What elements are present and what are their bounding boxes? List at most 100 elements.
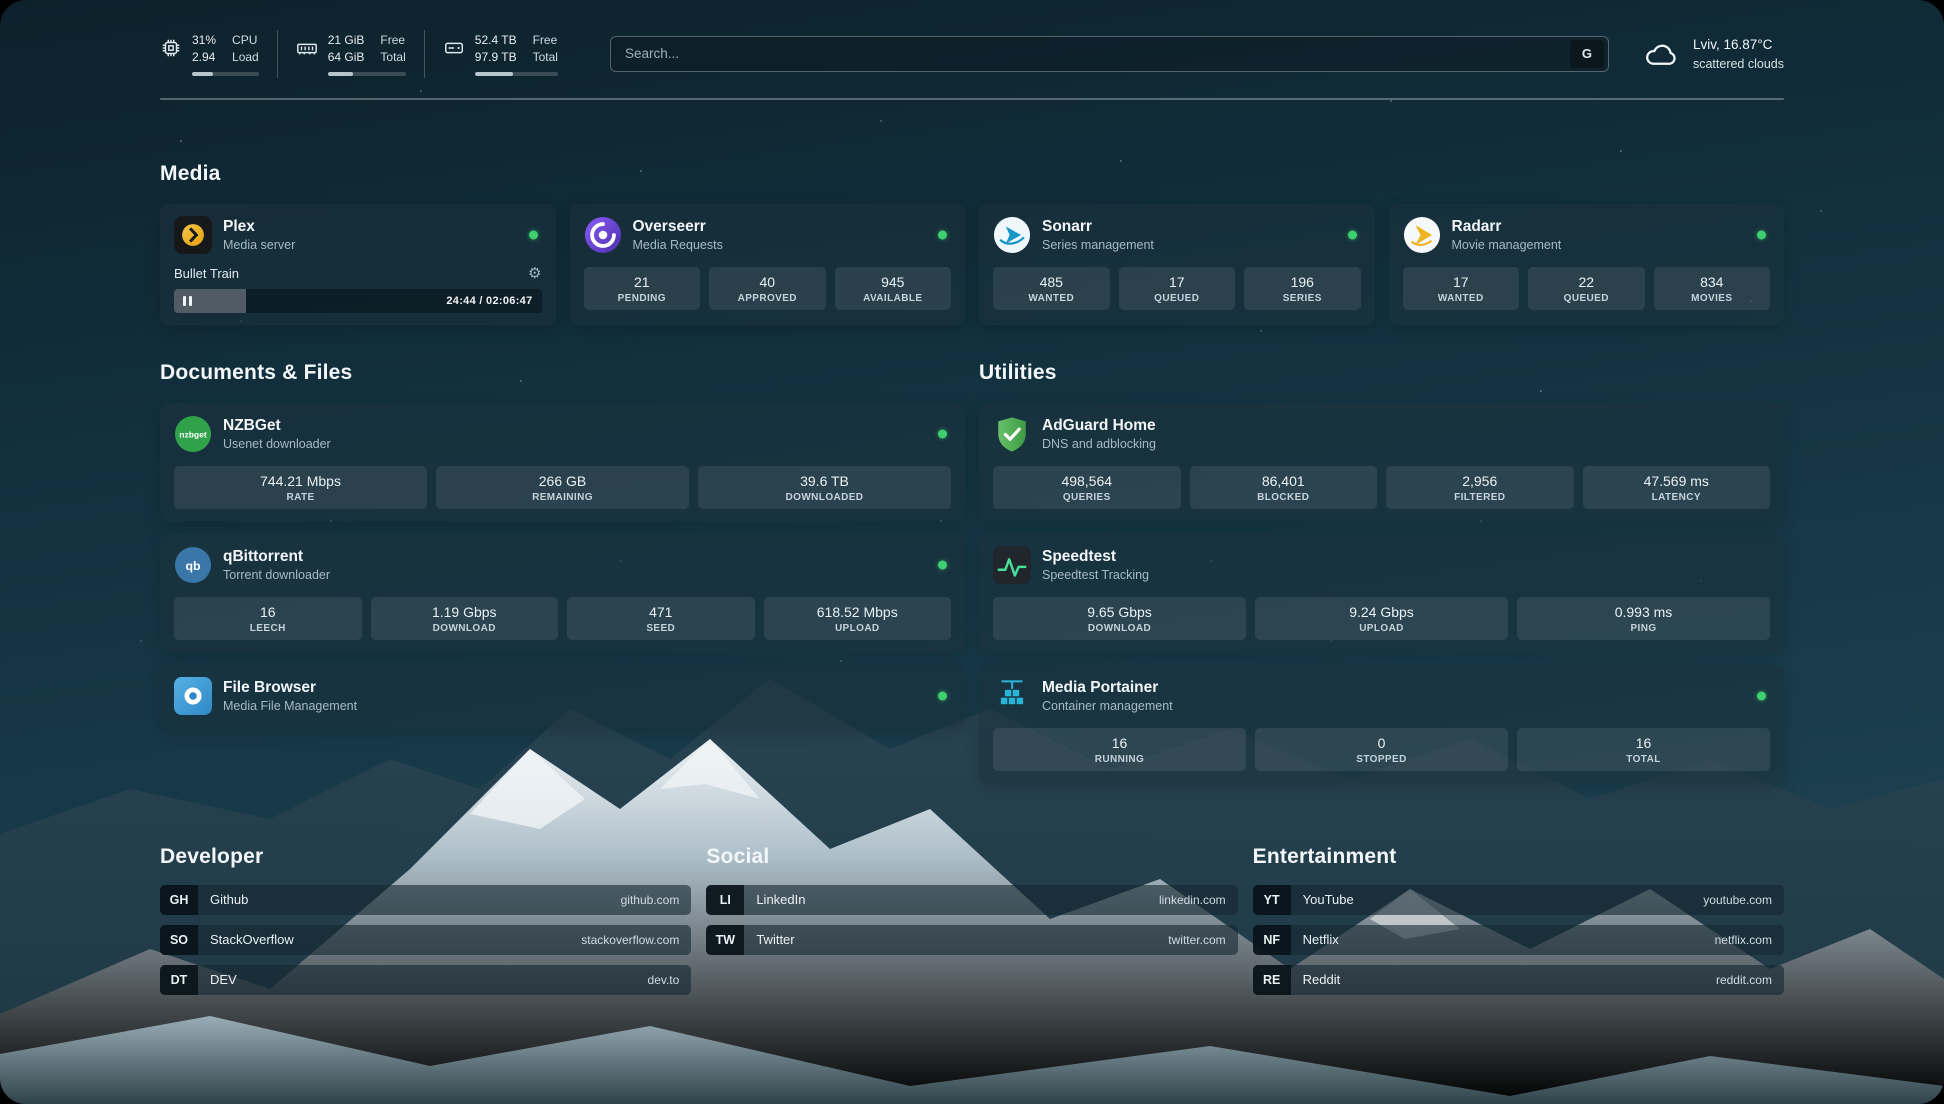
bookmarks-developer: Developer GH Github github.com SO StackO…	[160, 783, 691, 995]
disk-free-label: Free	[533, 32, 558, 49]
cpu-label: CPU	[232, 32, 259, 49]
bookmark-linkedin[interactable]: LI LinkedIn linkedin.com	[706, 885, 1237, 915]
bookmark-netflix[interactable]: NF Netflix netflix.com	[1253, 925, 1784, 955]
app-card-filebrowser[interactable]: File Browser Media File Management	[160, 665, 965, 727]
section-title-documents: Documents & Files	[160, 361, 965, 385]
stat-remaining: 266 GB REMAINING	[436, 466, 689, 509]
linkedin-abbr-tile: LI	[706, 885, 744, 915]
stat-running: 16 RUNNING	[993, 728, 1246, 771]
disk-usage-bar	[475, 72, 558, 76]
overseerr-icon	[584, 216, 622, 254]
dashboard-screen: 31% 2.94 CPU Load	[0, 0, 1944, 1104]
status-dot	[938, 429, 947, 438]
memory-total-label: Total	[380, 49, 405, 66]
search-bar: G	[610, 36, 1609, 72]
memory-total-value: 64 GiB	[328, 49, 365, 66]
app-card-adguard[interactable]: AdGuard Home DNS and adblocking 498,564 …	[979, 403, 1784, 521]
section-title-entertainment: Entertainment	[1253, 845, 1784, 869]
bookmark-github[interactable]: GH Github github.com	[160, 885, 691, 915]
stat-approved: 40 APPROVED	[709, 267, 826, 310]
section-title-media: Media	[160, 162, 1784, 186]
stat-wanted: 485 WANTED	[993, 267, 1110, 310]
cpu-icon	[160, 37, 182, 59]
app-name: AdGuard Home	[1042, 417, 1156, 435]
app-name: Speedtest	[1042, 548, 1149, 566]
app-card-radarr[interactable]: Radarr Movie management 17 WANTED 22 QUE…	[1389, 204, 1785, 325]
disk-free-value: 52.4 TB	[475, 32, 517, 49]
app-card-sonarr[interactable]: Sonarr Series management 485 WANTED 17 Q…	[979, 204, 1375, 325]
header-divider	[160, 98, 1784, 100]
sonarr-icon	[993, 216, 1031, 254]
github-abbr-tile: GH	[160, 885, 198, 915]
stat-queued: 17 QUEUED	[1119, 267, 1236, 310]
bookmark-dev[interactable]: DT DEV dev.to	[160, 965, 691, 995]
svg-text:nzbget: nzbget	[179, 429, 207, 439]
section-title-developer: Developer	[160, 845, 691, 869]
playback-progress-bar[interactable]: 24:44 / 02:06:47	[174, 289, 542, 313]
search-input[interactable]	[625, 46, 1570, 61]
app-name: Sonarr	[1042, 218, 1154, 236]
media-cards-row: Plex Media server Bullet Train ⚙ 24:44 /…	[160, 204, 1784, 325]
cpu-load-label: Load	[232, 49, 259, 66]
status-dot	[1757, 691, 1766, 700]
section-title-utilities: Utilities	[979, 361, 1784, 385]
app-description: Media Requests	[633, 238, 723, 252]
stat-stopped: 0 STOPPED	[1255, 728, 1508, 771]
stat-series: 196 SERIES	[1244, 267, 1361, 310]
cpu-load-value: 2.94	[192, 49, 216, 66]
weather-widget: Lviv, 16.87°C scattered clouds	[1643, 35, 1784, 73]
stat-rate: 744.21 Mbps RATE	[174, 466, 427, 509]
stat-latency: 47.569 ms LATENCY	[1583, 466, 1771, 509]
disk-widget: 52.4 TB 97.9 TB Free Total	[424, 30, 576, 78]
stat-ping: 0.993 ms PING	[1517, 597, 1770, 640]
stat-download: 9.65 Gbps DOWNLOAD	[993, 597, 1246, 640]
search-engine-button[interactable]: G	[1570, 40, 1604, 68]
disk-icon	[443, 37, 465, 59]
memory-free-value: 21 GiB	[328, 32, 365, 49]
qbittorrent-icon: qb	[174, 546, 212, 584]
app-card-plex[interactable]: Plex Media server Bullet Train ⚙ 24:44 /…	[160, 204, 556, 325]
portainer-icon	[993, 677, 1031, 715]
app-card-overseerr[interactable]: Overseerr Media Requests 21 PENDING 40 A…	[570, 204, 966, 325]
app-name: NZBGet	[223, 417, 331, 435]
app-description: DNS and adblocking	[1042, 437, 1156, 451]
bookmark-stackoverflow[interactable]: SO StackOverflow stackoverflow.com	[160, 925, 691, 955]
stat-queued: 22 QUEUED	[1528, 267, 1645, 310]
weather-location: Lviv, 16.87°C	[1693, 35, 1784, 55]
radarr-icon	[1403, 216, 1441, 254]
app-name: Overseerr	[633, 218, 723, 236]
memory-widget: 21 GiB 64 GiB Free Total	[277, 30, 424, 78]
cpu-percent: 31%	[192, 32, 216, 49]
twitter-abbr-tile: TW	[706, 925, 744, 955]
speedtest-icon	[993, 546, 1031, 584]
stat-movies: 834 MOVIES	[1654, 267, 1771, 310]
app-card-nzbget[interactable]: nzbget NZBGet Usenet downloader 744.21 M…	[160, 403, 965, 521]
memory-usage-bar	[328, 72, 406, 76]
cpu-usage-bar	[192, 72, 259, 76]
system-widgets: 31% 2.94 CPU Load	[160, 30, 576, 78]
filebrowser-icon	[174, 677, 212, 715]
stat-pending: 21 PENDING	[584, 267, 701, 310]
app-card-portainer[interactable]: Media Portainer Container management 16 …	[979, 665, 1784, 783]
app-card-qbittorrent[interactable]: qb qBittorrent Torrent downloader 16 LEE…	[160, 534, 965, 652]
bookmarks-social: Social LI LinkedIn linkedin.com TW Twitt…	[706, 783, 1237, 995]
app-description: Series management	[1042, 238, 1154, 252]
app-description: Usenet downloader	[223, 437, 331, 451]
stat-seed: 471 SEED	[567, 597, 755, 640]
reddit-abbr-tile: RE	[1253, 965, 1291, 995]
pause-icon[interactable]	[183, 296, 192, 306]
stat-blocked: 86,401 BLOCKED	[1190, 466, 1378, 509]
documents-column: Documents & Files nzbget NZBGet Usenet d…	[160, 325, 965, 783]
bookmark-reddit[interactable]: RE Reddit reddit.com	[1253, 965, 1784, 995]
section-title-social: Social	[706, 845, 1237, 869]
app-name: Media Portainer	[1042, 679, 1173, 697]
gear-icon[interactable]: ⚙	[528, 266, 541, 281]
bookmark-twitter[interactable]: TW Twitter twitter.com	[706, 925, 1237, 955]
bookmark-youtube[interactable]: YT YouTube youtube.com	[1253, 885, 1784, 915]
cpu-widget: 31% 2.94 CPU Load	[160, 30, 277, 78]
top-bar: 31% 2.94 CPU Load	[160, 0, 1784, 78]
dev-abbr-tile: DT	[160, 965, 198, 995]
weather-condition: scattered clouds	[1693, 55, 1784, 73]
netflix-abbr-tile: NF	[1253, 925, 1291, 955]
app-card-speedtest[interactable]: Speedtest Speedtest Tracking 9.65 Gbps D…	[979, 534, 1784, 652]
